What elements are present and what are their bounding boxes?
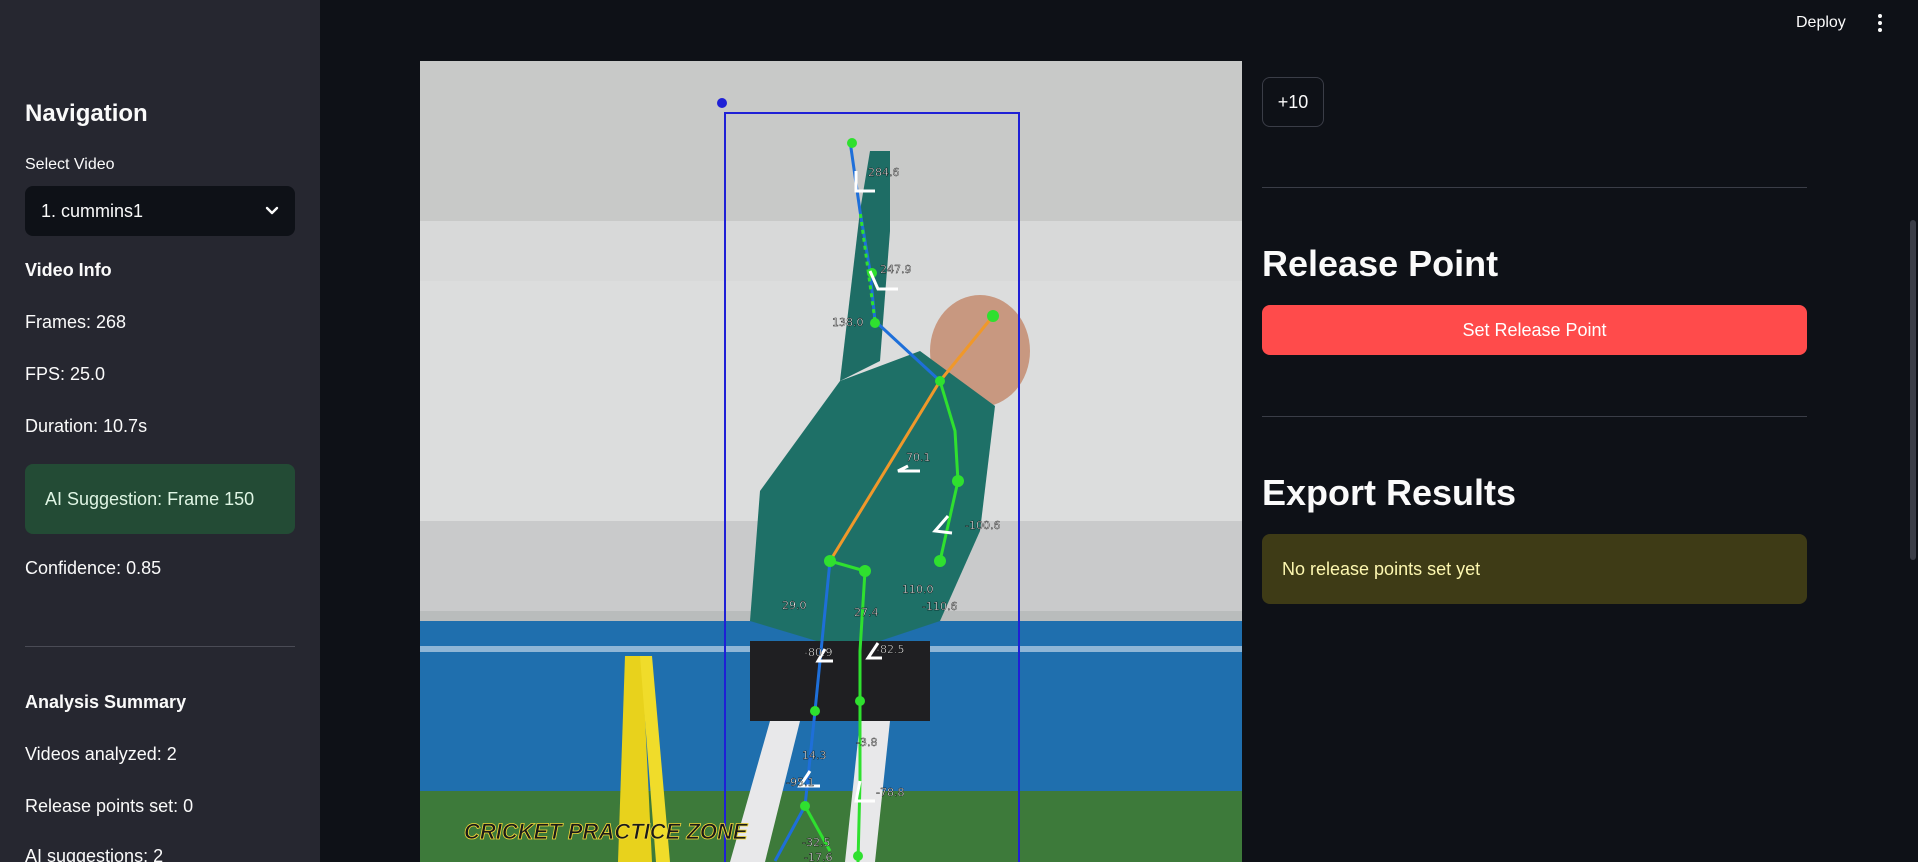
angle-label: 110.0 — [902, 583, 934, 596]
video-select[interactable]: 1. cummins1 — [25, 186, 295, 236]
release-points-set: Release points set: 0 — [25, 796, 194, 816]
angle-label: -3.8 — [856, 736, 877, 749]
main-menu-icon[interactable] — [1872, 12, 1888, 36]
video-info-heading: Video Info — [25, 260, 112, 280]
chevron-down-icon — [265, 206, 279, 215]
video-select-value: 1. cummins1 — [41, 200, 144, 221]
angle-label: -78.8 — [876, 786, 904, 799]
select-video-label: Select Video — [25, 156, 115, 173]
deploy-button[interactable]: Deploy — [1796, 14, 1846, 32]
analysis-summary-heading: Analysis Summary — [25, 692, 187, 712]
skip-forward-button[interactable]: +10 — [1262, 77, 1324, 127]
sidebar-title: Navigation — [25, 100, 148, 127]
angle-label: -100.6 — [965, 519, 1000, 532]
angle-label: 27.4 — [854, 606, 879, 619]
angle-label: 247.9 — [880, 263, 912, 276]
divider — [1262, 187, 1807, 188]
scrollbar-thumb[interactable] — [1910, 220, 1916, 560]
pose-overlay: 284.6 247.9 138.0 70.1 -100.6 110.0 -110… — [420, 61, 1242, 862]
angle-label: -95.1 — [786, 776, 814, 789]
angle-label: 14.3 — [802, 749, 827, 762]
videos-analyzed: Videos analyzed: 2 — [25, 744, 177, 764]
angle-label: -17.6 — [804, 851, 832, 862]
angle-label: -80.9 — [804, 646, 832, 659]
video-frame: 284.6 247.9 138.0 70.1 -100.6 110.0 -110… — [420, 61, 1242, 862]
confidence-value: Confidence: 0.85 — [25, 558, 162, 578]
angle-label: 29.0 — [782, 599, 807, 612]
angle-label: -110.6 — [922, 600, 957, 613]
angle-label: -32.5 — [802, 836, 830, 849]
sidebar-divider — [25, 646, 295, 647]
sidebar: Navigation Select Video 1. cummins1 Vide… — [0, 0, 320, 862]
export-results-heading: Export Results — [1262, 472, 1517, 513]
frames-count: Frames: 268 — [25, 312, 127, 332]
ai-suggestion-text: AI Suggestion: Frame 150 — [45, 488, 255, 509]
angle-label: 284.6 — [868, 166, 900, 179]
angle-label: -82.5 — [876, 643, 904, 656]
fps-value: FPS: 25.0 — [25, 364, 106, 384]
duration-value: Duration: 10.7s — [25, 416, 148, 436]
divider — [1262, 416, 1807, 417]
ai-suggestion-alert: AI Suggestion: Frame 150 — [25, 464, 295, 534]
ai-suggestions-count: AI suggestions: 2 — [25, 846, 164, 862]
angle-label: 70.1 — [906, 451, 931, 464]
release-point-heading: Release Point — [1262, 243, 1499, 284]
watermark-text: CRICKET PRACTICE ZONE — [464, 819, 749, 844]
no-release-points-alert: No release points set yet — [1262, 534, 1807, 604]
set-release-point-button[interactable]: Set Release Point — [1262, 305, 1807, 355]
no-release-points-text: No release points set yet — [1282, 558, 1481, 579]
angle-label: 138.0 — [832, 316, 864, 329]
